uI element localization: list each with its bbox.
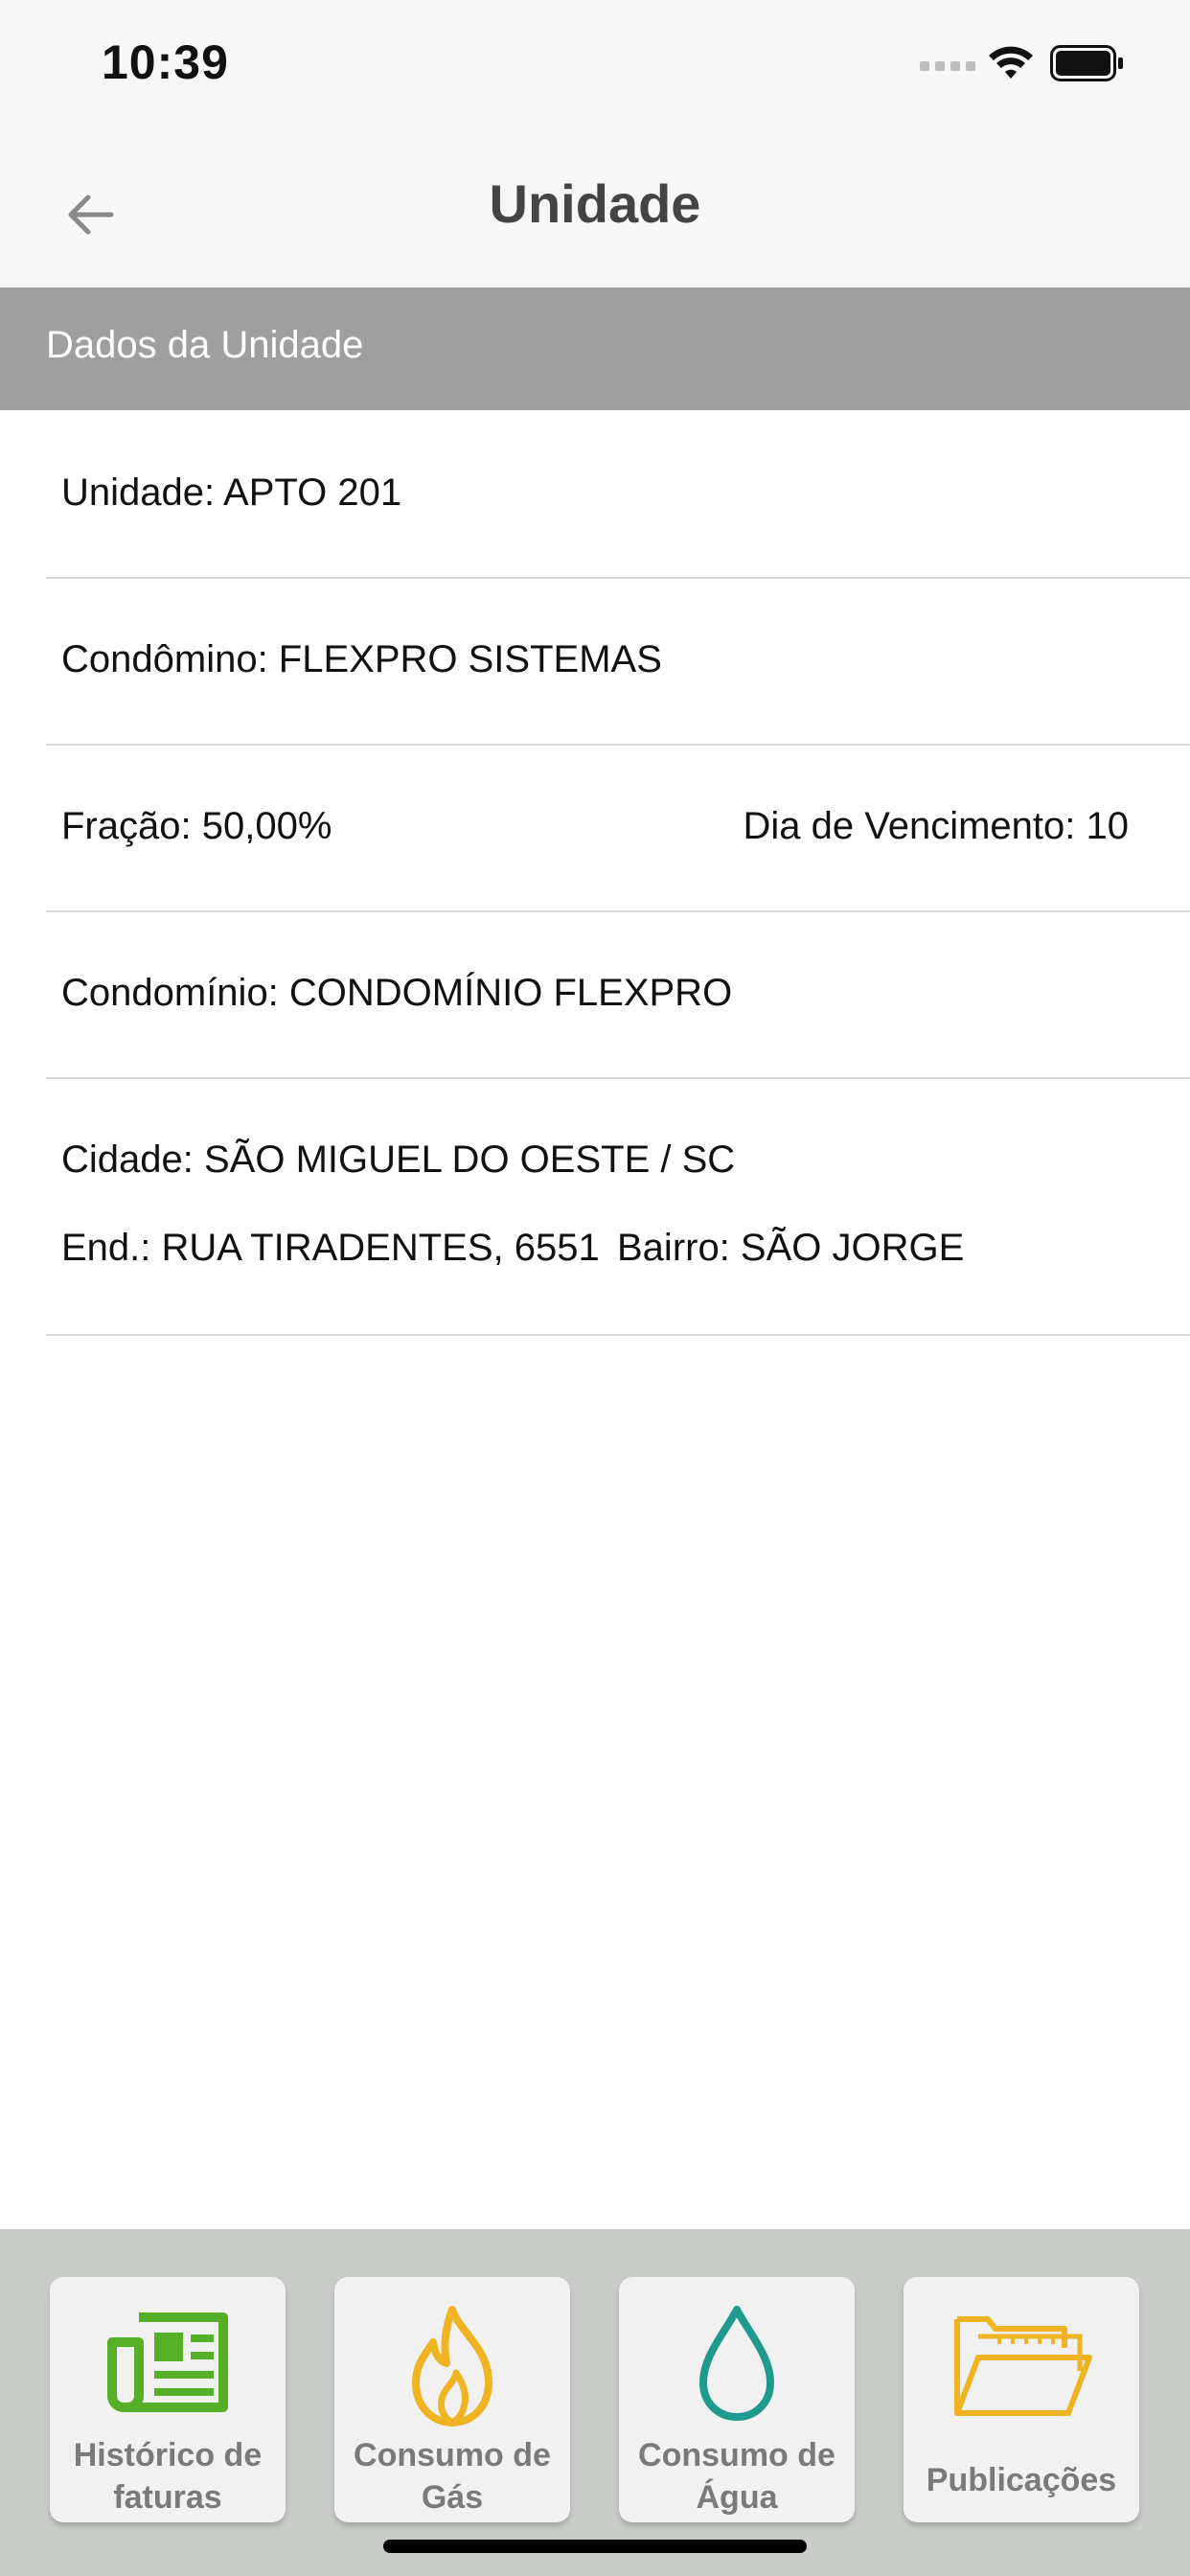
bottom-tab-bar: Histórico de faturas Consumo de Gás Cons… bbox=[0, 2229, 1190, 2576]
endereco-text: End.: RUA TIRADENTES, 6551 bbox=[61, 1227, 600, 1269]
condomino-text: Condômino: FLEXPRO SISTEMAS bbox=[61, 638, 662, 680]
battery-icon bbox=[1050, 45, 1123, 81]
signal-icon bbox=[920, 61, 975, 71]
home-indicator bbox=[383, 2540, 807, 2553]
tab-gas-label-2: Gás bbox=[421, 2479, 484, 2516]
unidade-row: Unidade: APTO 201 bbox=[46, 412, 1190, 579]
tab-publicacoes[interactable]: Publicações bbox=[904, 2277, 1139, 2522]
bairro-text: Bairro: SÃO JORGE bbox=[617, 1227, 965, 1269]
tab-agua-label-2: Água bbox=[696, 2479, 778, 2516]
tab-historico-label-1: Histórico de bbox=[73, 2437, 263, 2473]
tab-historico-label-2: faturas bbox=[113, 2479, 222, 2516]
tab-consumo-gas[interactable]: Consumo de Gás bbox=[334, 2277, 570, 2522]
condomino-row: Condômino: FLEXPRO SISTEMAS bbox=[46, 579, 1190, 746]
fracao-text: Fração: 50,00% bbox=[61, 805, 332, 847]
unidade-text: Unidade: APTO 201 bbox=[61, 472, 402, 514]
water-drop-icon bbox=[699, 2306, 774, 2421]
newspaper-icon bbox=[107, 2312, 228, 2412]
status-icons bbox=[920, 44, 1125, 82]
condominio-row: Condomínio: CONDOMÍNIO FLEXPRO bbox=[46, 912, 1190, 1079]
folder-icon bbox=[954, 2316, 1092, 2416]
section-header-label: Dados da Unidade bbox=[46, 324, 364, 366]
section-header: Dados da Unidade bbox=[0, 288, 1190, 410]
tab-historico-faturas[interactable]: Histórico de faturas bbox=[50, 2277, 286, 2522]
nav-bar: Unidade bbox=[0, 134, 1190, 288]
page-title: Unidade bbox=[489, 173, 701, 234]
tab-consumo-agua[interactable]: Consumo de Água bbox=[619, 2277, 855, 2522]
tab-publicacoes-label: Publicações bbox=[926, 2462, 1117, 2498]
vencimento-text: Dia de Vencimento: 10 bbox=[743, 805, 1129, 847]
tab-gas-label-1: Consumo de bbox=[354, 2437, 551, 2473]
status-time: 10:39 bbox=[102, 35, 229, 89]
flame-icon bbox=[412, 2306, 492, 2426]
address-row: Cidade: SÃO MIGUEL DO OESTE / SC End.: R… bbox=[46, 1079, 1190, 1336]
fracao-row: Fração: 50,00% Dia de Vencimento: 10 bbox=[46, 746, 1190, 912]
cidade-text: Cidade: SÃO MIGUEL DO OESTE / SC bbox=[61, 1138, 736, 1181]
wifi-icon bbox=[989, 46, 1033, 79]
tab-agua-label-1: Consumo de bbox=[638, 2437, 835, 2473]
condominio-text: Condomínio: CONDOMÍNIO FLEXPRO bbox=[61, 972, 733, 1014]
status-bar: 10:39 bbox=[0, 0, 1190, 134]
